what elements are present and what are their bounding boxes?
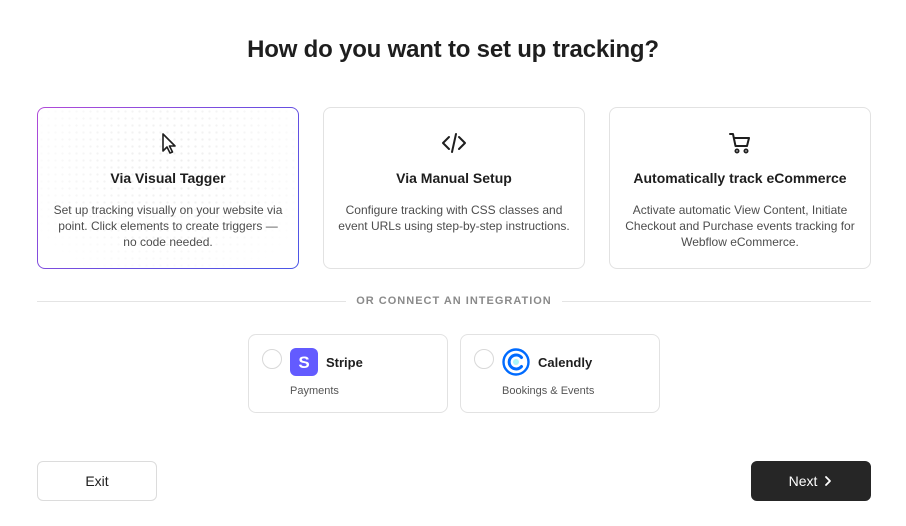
integration-subtitle: Payments: [290, 385, 339, 397]
stripe-logo: S: [290, 348, 318, 376]
integration-name: Stripe: [326, 355, 363, 370]
integration-name: Calendly: [538, 355, 593, 370]
option-title: Automatically track eCommerce: [633, 170, 847, 186]
cursor-icon: [38, 131, 298, 155]
option-card-manual-setup[interactable]: Via Manual Setup Configure tracking with…: [323, 107, 585, 269]
integration-radio[interactable]: [474, 349, 494, 369]
integration-divider: OR CONNECT AN INTEGRATION: [37, 293, 871, 309]
option-description: Activate automatic View Content, Initiat…: [625, 203, 855, 249]
calendly-logo: [502, 348, 530, 376]
integration-card-stripe[interactable]: S Stripe Payments: [248, 334, 448, 413]
integration-card-calendly[interactable]: Calendly Bookings & Events: [460, 334, 660, 413]
page-title: How do you want to set up tracking?: [247, 36, 659, 63]
option-description: Configure tracking with CSS classes and …: [338, 203, 570, 233]
exit-button-label: Exit: [85, 473, 109, 489]
code-icon: [324, 131, 584, 155]
divider-line: [561, 300, 871, 302]
divider-label: OR CONNECT AN INTEGRATION: [356, 295, 552, 307]
next-button-label: Next: [788, 473, 818, 489]
integration-radio[interactable]: [262, 349, 282, 369]
divider-line: [37, 300, 347, 302]
option-card-visual-tagger[interactable]: Via Visual Tagger Set up tracking visual…: [37, 107, 299, 269]
option-title: Via Visual Tagger: [110, 170, 226, 186]
exit-button[interactable]: Exit: [37, 461, 157, 501]
option-card-ecommerce[interactable]: Automatically track eCommerce Activate a…: [609, 107, 871, 269]
option-description: Set up tracking visually on your website…: [53, 203, 283, 249]
stripe-logo-letter: S: [298, 353, 309, 372]
integration-subtitle: Bookings & Events: [502, 385, 595, 397]
shopping-cart-icon: [610, 131, 870, 155]
chevron-right-icon: [823, 475, 833, 487]
next-button[interactable]: Next: [751, 461, 871, 501]
option-title: Via Manual Setup: [396, 170, 512, 186]
